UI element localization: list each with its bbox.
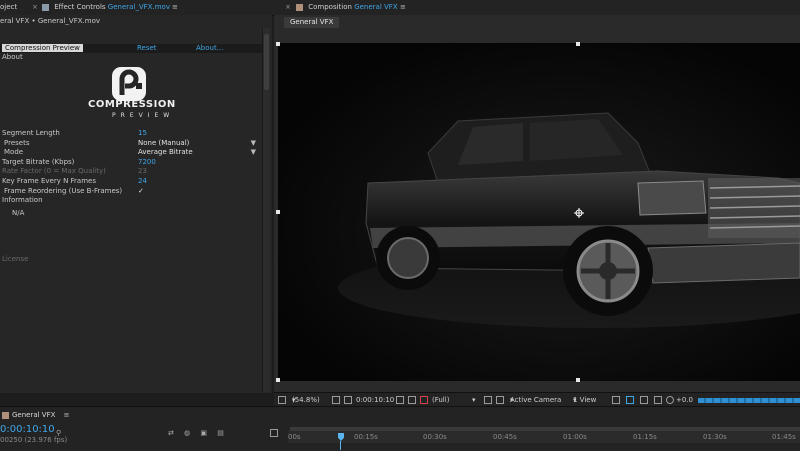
chevron-down-icon[interactable]: ▾	[472, 393, 476, 407]
mode-dropdown[interactable]: Average Bitrate ▼	[138, 148, 258, 157]
show-snapshot-icon[interactable]	[408, 396, 416, 404]
search-icon[interactable]: ⚲	[56, 429, 61, 437]
work-area-bar[interactable]	[290, 427, 800, 431]
ruler-label: 01:30s	[703, 433, 727, 441]
effect-controls-panel: eral VFX • General_VFX.mov Compression P…	[0, 15, 272, 393]
target-bitrate-label: Target Bitrate (Kbps)	[2, 158, 75, 166]
timeline-fps: 00250 (23.976 fps)	[0, 436, 68, 444]
snapshot-icon[interactable]	[396, 396, 404, 404]
tab-effect-file: General_VFX.mov	[107, 3, 170, 11]
region-of-interest-icon[interactable]	[484, 396, 492, 404]
rate-factor-value[interactable]: 23	[138, 167, 147, 176]
frame-reordering-checkbox[interactable]: ✓	[138, 187, 144, 196]
keyframe-label: Key Frame Every N Frames	[2, 177, 96, 185]
timeline-switches[interactable]: ⇄ ◍ ▣ ▤	[168, 429, 228, 437]
ruler-label: 00:15s	[354, 433, 378, 441]
viewer-comp-tab[interactable]: General VFX	[284, 17, 340, 28]
effect-name[interactable]: Compression Preview	[2, 44, 83, 53]
transparency-grid-icon[interactable]	[496, 396, 504, 404]
mode-label: Mode	[4, 148, 24, 156]
3d-icon[interactable]	[654, 396, 662, 404]
playhead-line	[340, 441, 341, 450]
composition-icon	[2, 411, 9, 419]
ruler-label: 01:00s	[563, 433, 587, 441]
ruler-label: 00:45s	[493, 433, 517, 441]
information-section[interactable]: Information	[2, 196, 43, 205]
layer-handle[interactable]	[576, 42, 580, 46]
timeline-comp-tab[interactable]: General VFX ≡	[2, 409, 70, 421]
target-bitrate-value[interactable]: 7200	[138, 158, 156, 167]
presets-dropdown[interactable]: None (Manual) ▼	[138, 139, 258, 148]
license-section[interactable]: License	[2, 255, 28, 264]
truck-image	[278, 43, 800, 381]
tab-project-label: oject	[0, 3, 18, 11]
frame-reordering-label: Frame Reordering (Use B-Frames)	[4, 187, 123, 195]
ruler-label: 00s	[288, 433, 301, 441]
composition-viewer[interactable]	[278, 43, 800, 381]
left-panel-scrollbar[interactable]	[262, 28, 270, 392]
ruler-label: 01:15s	[633, 433, 657, 441]
layer-handle[interactable]	[276, 378, 280, 382]
reset-exposure-icon[interactable]	[666, 396, 674, 404]
timeline-ruler[interactable]: 00s 00:15s 00:30s 00:45s 01:00s 01:15s 0…	[288, 431, 800, 443]
close-icon[interactable]: ×	[32, 0, 38, 15]
scrollbar-thumb[interactable]	[264, 34, 269, 90]
segment-length-value[interactable]: 15	[138, 129, 147, 138]
tab-composition[interactable]: Composition General VFX	[296, 0, 398, 15]
effect-controls-icon	[42, 3, 49, 11]
views-dropdown[interactable]: 1 View ▾	[573, 393, 596, 407]
viewer-toolbar: (54.8%) ▾ 0:00:10:10 (Full) ▾ Active Cam…	[274, 392, 800, 407]
panel-menu-icon[interactable]: ≡	[64, 411, 70, 419]
flowchart-icon[interactable]	[640, 396, 648, 404]
mask-icon[interactable]	[344, 396, 352, 404]
segment-length-label: Segment Length	[2, 129, 60, 137]
timeline-icon[interactable]	[626, 396, 634, 404]
chevron-down-icon: ▼	[250, 148, 256, 156]
panel-menu-icon[interactable]: ≡	[172, 0, 178, 15]
timeline-current-time[interactable]: 0:00:10:10	[0, 424, 55, 436]
ruler-label: 01:45s	[772, 433, 796, 441]
tab-composition-label: Composition	[308, 3, 352, 11]
layer-handle[interactable]	[276, 42, 280, 46]
tab-composition-name: General VFX	[354, 3, 398, 11]
logo-text-top: COMPRESSION	[88, 99, 176, 110]
tab-project[interactable]: oject	[0, 0, 17, 15]
camera-dropdown[interactable]: Active Camera ▾	[510, 393, 561, 407]
logo-text-bottom: PREVIEW	[112, 112, 175, 119]
tab-effect-controls[interactable]: Effect Controls General_VFX.mov	[42, 0, 170, 15]
grid-icon[interactable]	[332, 396, 340, 404]
rate-factor-label: Rate Factor (0 = Max Quality)	[2, 167, 106, 175]
always-preview-icon[interactable]	[278, 396, 286, 404]
layer-handle[interactable]	[276, 210, 280, 214]
panel-tab-bar: oject × Effect Controls General_VFX.mov …	[0, 0, 800, 16]
layer-handle[interactable]	[576, 378, 580, 382]
information-value: N/A	[12, 209, 25, 217]
presets-label: Presets	[4, 139, 30, 147]
chevron-down-icon: ▼	[250, 139, 256, 147]
fast-preview-icon[interactable]	[612, 396, 620, 404]
render-progress-bar	[698, 398, 800, 403]
about-link[interactable]: About...	[196, 44, 223, 53]
panel-menu-icon[interactable]: ≡	[400, 0, 406, 15]
color-channel-icon[interactable]	[420, 396, 428, 404]
ruler-label: 00:30s	[423, 433, 447, 441]
zoom-dropdown[interactable]: (54.8%) ▾	[292, 393, 320, 407]
reset-link[interactable]: Reset	[137, 44, 157, 53]
breadcrumb: eral VFX • General_VFX.mov	[0, 17, 100, 25]
keyframe-value[interactable]: 24	[138, 177, 147, 186]
close-icon[interactable]: ×	[285, 0, 291, 15]
graph-editor-icon[interactable]	[270, 429, 278, 437]
about-section[interactable]: About	[2, 53, 23, 62]
tab-effect-controls-label: Effect Controls	[54, 3, 106, 11]
composition-icon	[296, 3, 303, 11]
